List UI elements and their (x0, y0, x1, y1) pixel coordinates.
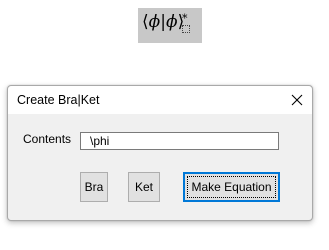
close-icon (291, 94, 303, 106)
subscript-placeholder[interactable] (182, 25, 190, 33)
equation-text: ⟨ϕ|ϕ⟩ (142, 12, 184, 32)
contents-label: Contents (23, 132, 72, 146)
equation-preview[interactable]: ⟨ϕ|ϕ⟩ * (138, 8, 202, 43)
ket-button[interactable]: Ket (128, 172, 160, 202)
create-braket-dialog: Create Bra|Ket Contents Bra Ket Make Equ… (7, 85, 313, 221)
bra-symbol: ϕ (148, 12, 161, 32)
dialog-title: Create Bra|Ket (17, 93, 100, 107)
make-equation-label: Make Equation (187, 176, 276, 198)
superscript-star: * (182, 12, 188, 25)
make-equation-button[interactable]: Make Equation (183, 172, 280, 202)
contents-input[interactable] (80, 132, 279, 150)
bra-open: ⟨ (142, 12, 149, 32)
close-button[interactable] (282, 86, 312, 114)
dialog-titlebar[interactable]: Create Bra|Ket (8, 86, 312, 114)
ket-symbol: ϕ (165, 12, 178, 32)
bra-button[interactable]: Bra (80, 172, 108, 202)
